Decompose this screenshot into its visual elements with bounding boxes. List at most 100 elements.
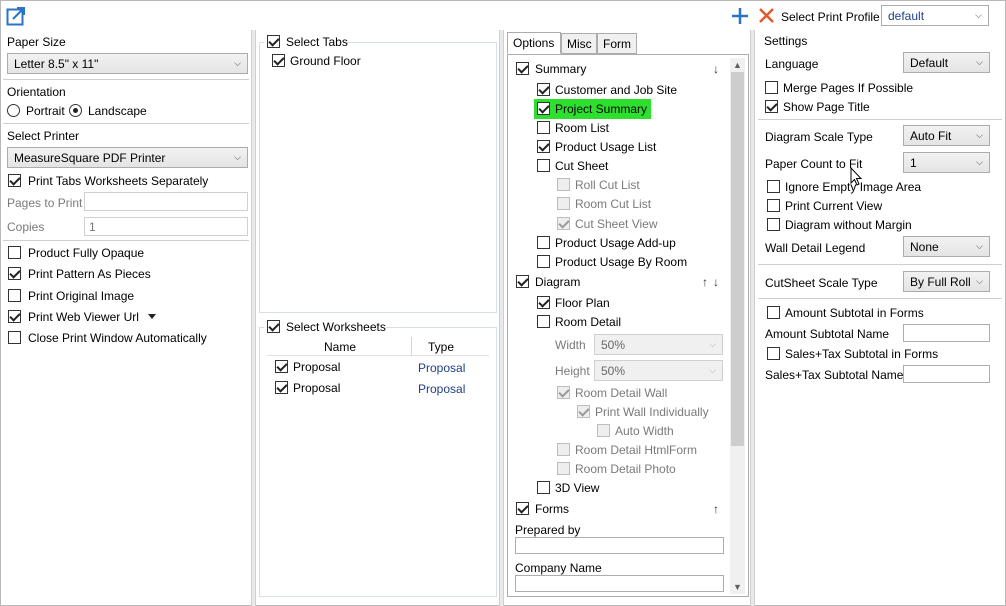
product-usage-add-up-checkbox[interactable] [537, 236, 550, 249]
room-detail-checkbox[interactable] [537, 315, 550, 328]
splitter-2[interactable] [499, 30, 504, 606]
amount-subtotal-in-forms-checkbox[interactable] [767, 306, 780, 319]
amount-subtotal-name-input[interactable] [903, 324, 990, 342]
select-worksheets-label: Select Worksheets [286, 320, 386, 334]
merge-pages-label: Merge Pages If Possible [783, 81, 914, 95]
print-tabs-separately-label: Print Tabs Worksheets Separately [28, 174, 209, 188]
room-detail-htmlform-checkbox[interactable] [557, 443, 570, 456]
view-3d-checkbox[interactable] [537, 481, 550, 494]
sales-tax-subtotal-name-input[interactable] [903, 365, 990, 383]
select-tabs-label: Select Tabs [286, 35, 348, 49]
splitter-1[interactable] [251, 30, 256, 606]
print-pattern-as-pieces-checkbox[interactable] [8, 267, 21, 280]
move-up-icon[interactable]: ↑ [713, 502, 719, 516]
diagram-label: Diagram [535, 275, 581, 289]
select-print-profile-label: Select Print Profile [781, 10, 880, 24]
scroll-up-icon[interactable]: ▲ [733, 60, 742, 70]
height-dropdown[interactable]: 50% ⌵ [594, 360, 723, 381]
diagram-checkbox[interactable] [516, 275, 529, 288]
summary-checkbox[interactable] [516, 62, 529, 75]
customer-and-job-site-checkbox[interactable] [537, 83, 550, 96]
divider [3, 123, 249, 124]
room-cut-list-checkbox[interactable] [557, 197, 570, 210]
prepared-by-input[interactable] [515, 537, 724, 554]
chevron-down-icon: ⌵ [975, 10, 982, 20]
copies-input[interactable]: 1 [84, 217, 248, 236]
print-original-image-checkbox[interactable] [8, 289, 21, 302]
tab-ground-floor-label: Ground Floor [290, 54, 361, 68]
plus-icon[interactable] [731, 7, 749, 25]
diagram-scale-type-dropdown[interactable]: Auto Fit ⌵ [903, 125, 990, 146]
product-usage-list-label: Product Usage List [555, 140, 657, 154]
product-usage-add-up-label: Product Usage Add-up [555, 236, 676, 250]
print-tabs-separately-checkbox[interactable] [8, 174, 21, 187]
splitter-3[interactable] [750, 30, 755, 606]
room-detail-photo-checkbox[interactable] [557, 462, 570, 475]
divider [3, 240, 249, 241]
auto-width-checkbox[interactable] [597, 424, 610, 437]
cut-sheet-view-checkbox[interactable] [557, 217, 570, 230]
roll-cut-list-checkbox[interactable] [557, 178, 570, 191]
auto-width-label: Auto Width [615, 424, 674, 438]
sales-tax-subtotal-in-forms-checkbox[interactable] [767, 347, 780, 360]
tab-options[interactable]: Options [507, 32, 561, 54]
room-list-checkbox[interactable] [537, 121, 550, 134]
paper-size-label: Paper Size [7, 35, 66, 49]
product-usage-by-room-checkbox[interactable] [537, 255, 550, 268]
popout-icon[interactable] [6, 6, 26, 26]
column-header-type[interactable]: Type [428, 340, 454, 354]
forms-checkbox[interactable] [516, 502, 529, 515]
paper-count-dropdown[interactable]: 1 ⌵ [903, 152, 990, 173]
print-wall-individually-checkbox[interactable] [577, 405, 590, 418]
floor-plan-checkbox[interactable] [537, 296, 550, 309]
column-header-name[interactable]: Name [324, 340, 356, 354]
worksheet-row-type[interactable]: Proposal [418, 382, 465, 396]
worksheet-row-name: Proposal [293, 381, 341, 395]
paper-count-label: Paper Count to Fit [765, 157, 863, 171]
worksheet-row-checkbox[interactable] [275, 381, 288, 394]
tab-misc[interactable]: Misc [561, 33, 597, 54]
portrait-radio[interactable] [7, 104, 20, 117]
paper-size-dropdown[interactable]: Letter 8.5" x 11" ⌵ [7, 53, 248, 74]
worksheet-row-checkbox[interactable] [275, 360, 288, 373]
print-web-viewer-url-checkbox[interactable] [8, 310, 21, 323]
close-print-window-checkbox[interactable] [8, 331, 21, 344]
move-down-icon[interactable]: ↓ [713, 62, 719, 76]
cutsheet-scale-type-dropdown[interactable]: By Full Roll ⌵ [903, 271, 990, 292]
wall-detail-legend-dropdown[interactable]: None ⌵ [903, 236, 990, 257]
landscape-radio[interactable] [69, 104, 82, 117]
cut-sheet-checkbox[interactable] [537, 159, 550, 172]
merge-pages-checkbox[interactable] [765, 81, 778, 94]
language-dropdown[interactable]: Default ⌵ [903, 52, 990, 73]
settings-title: Settings [764, 34, 808, 48]
diagram-without-margin-checkbox[interactable] [767, 218, 780, 231]
diagram-scale-type-label: Diagram Scale Type [765, 130, 873, 144]
project-summary-checkbox[interactable] [537, 102, 550, 115]
pages-to-print-input[interactable] [84, 192, 248, 211]
tab-ground-floor-checkbox[interactable] [272, 54, 285, 67]
select-worksheets-checkbox[interactable] [267, 320, 280, 333]
caret-down-icon[interactable] [148, 314, 156, 319]
ignore-empty-image-area-checkbox[interactable] [767, 180, 780, 193]
select-tabs-checkbox[interactable] [267, 35, 280, 48]
print-current-view-checkbox[interactable] [767, 199, 780, 212]
room-detail-wall-label: Room Detail Wall [575, 386, 668, 400]
product-fully-opaque-checkbox[interactable] [8, 246, 21, 259]
tab-form[interactable]: Form [597, 33, 637, 54]
room-detail-wall-checkbox[interactable] [557, 386, 570, 399]
move-down-icon[interactable]: ↓ [713, 275, 719, 289]
scrollbar-thumb[interactable] [731, 72, 744, 446]
close-icon[interactable] [758, 7, 775, 24]
move-up-icon[interactable]: ↑ [702, 275, 708, 289]
show-page-title-checkbox[interactable] [765, 100, 778, 113]
worksheet-row-type[interactable]: Proposal [418, 361, 465, 375]
company-name-input[interactable] [515, 575, 724, 592]
scroll-down-icon[interactable]: ▼ [733, 582, 742, 592]
print-profile-dropdown[interactable]: default ⌵ [881, 5, 989, 26]
product-usage-list-checkbox[interactable] [537, 140, 550, 153]
print-web-viewer-url-label: Print Web Viewer Url [28, 310, 139, 324]
width-dropdown[interactable]: 50% ⌵ [594, 334, 723, 355]
printer-dropdown[interactable]: MeasureSquare PDF Printer ⌵ [7, 147, 248, 168]
company-name-label: Company Name [515, 561, 602, 575]
forms-label: Forms [535, 502, 569, 516]
